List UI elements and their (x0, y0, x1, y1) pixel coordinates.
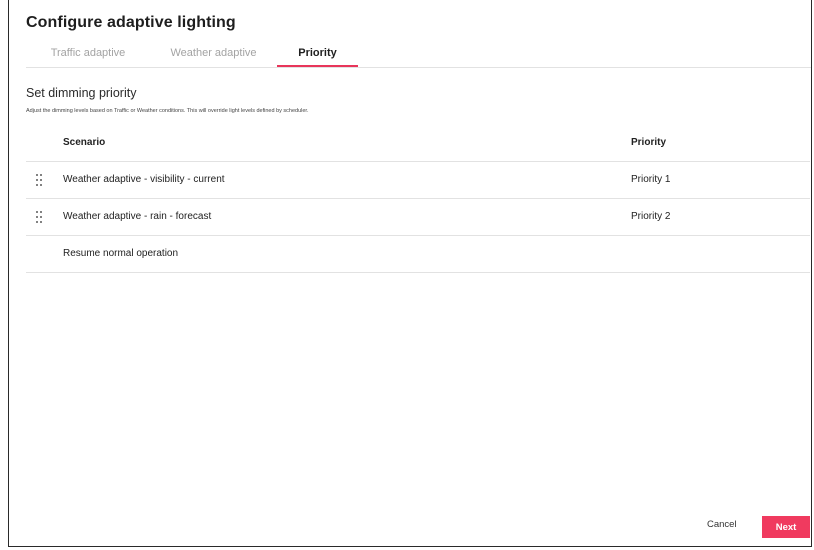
tab-traffic-adaptive[interactable]: Traffic adaptive (26, 43, 150, 65)
table-row[interactable]: Weather adaptive - visibility - current … (26, 162, 810, 199)
scenario-cell: Weather adaptive - rain - forecast (63, 211, 212, 222)
tab-weather-adaptive[interactable]: Weather adaptive (150, 43, 277, 65)
drag-handle-icon[interactable] (36, 211, 42, 223)
dialog-title: Configure adaptive lighting (26, 14, 236, 31)
priority-cell: Priority 1 (631, 174, 671, 185)
drag-handle-icon[interactable] (36, 174, 42, 186)
scenario-cell: Weather adaptive - visibility - current (63, 174, 225, 185)
scenario-cell: Resume normal operation (63, 248, 179, 259)
cancel-button[interactable]: Cancel (707, 519, 737, 530)
section-description: Adjust the dimming levels based on Traff… (26, 108, 309, 114)
next-button[interactable]: Next (762, 516, 810, 538)
tab-priority[interactable]: Priority (277, 43, 358, 67)
column-header-priority: Priority (631, 137, 667, 148)
priority-table: Scenario Priority Weather adaptive - vis… (26, 125, 810, 273)
table-row: Resume normal operation (26, 236, 810, 273)
tab-bar: Traffic adaptive Weather adaptive Priori… (26, 43, 811, 68)
priority-cell: Priority 2 (631, 211, 671, 222)
table-header: Scenario Priority (26, 125, 810, 162)
table-row[interactable]: Weather adaptive - rain - forecast Prior… (26, 199, 810, 236)
section-title: Set dimming priority (26, 86, 137, 100)
column-header-scenario: Scenario (63, 137, 106, 148)
configure-adaptive-lighting-dialog: Configure adaptive lighting Traffic adap… (8, 0, 812, 547)
